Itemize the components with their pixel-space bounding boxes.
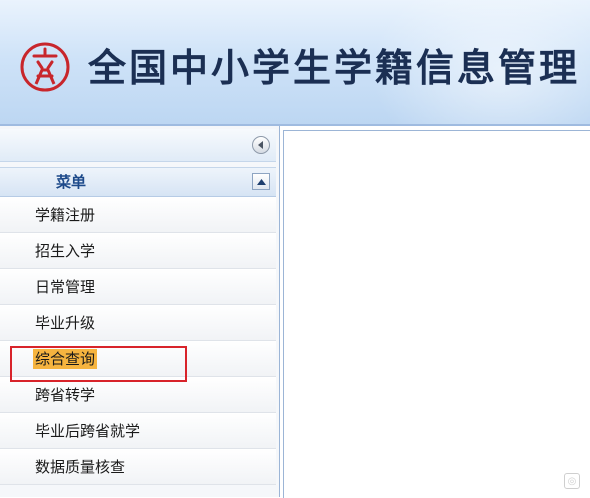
menu-item-label: 跨省转学 [35,386,96,404]
watermark-icon: ◎ [564,473,580,489]
app-title: 全国中小学生学籍信息管理 [88,45,581,90]
menu-panel-header[interactable]: 菜单 [0,167,276,197]
menu-item-label: 毕业后跨省就学 [35,422,141,440]
sidebar-collapse-bar [0,129,276,162]
menu-item-student-registration[interactable]: 学籍注册 [0,197,276,233]
menu-item-enrollment[interactable]: 招生入学 [0,233,276,269]
menu-list: 学籍注册 招生入学 日常管理 毕业升级 综合查询 跨省转学 毕业后跨省就学 数据… [0,197,276,485]
main-content-area [283,130,590,498]
watermark: ◎ [564,473,580,489]
menu-item-post-graduation-cross-province[interactable]: 毕业后跨省就学 [0,413,276,449]
circle-left-arrow-icon[interactable] [252,136,270,154]
menu-item-data-quality-check[interactable]: 数据质量核查 [0,449,276,485]
menu-item-label: 招生入学 [35,242,96,260]
triangle-left-icon [258,141,263,149]
menu-item-label: 数据质量核查 [35,458,126,476]
app-header: 全国中小学生学籍信息管理 [0,0,590,126]
menu-item-label: 毕业升级 [35,314,96,332]
menu-item-cross-province-transfer[interactable]: 跨省转学 [0,377,276,413]
menu-item-comprehensive-query[interactable]: 综合查询 [0,341,276,377]
menu-item-daily-management[interactable]: 日常管理 [0,269,276,305]
menu-item-graduation-promotion[interactable]: 毕业升级 [0,305,276,341]
menu-item-label: 学籍注册 [35,206,96,224]
menu-item-label: 日常管理 [35,278,96,296]
menu-item-label: 综合查询 [33,349,98,369]
chevron-up-icon[interactable] [252,173,270,190]
triangle-up-icon [256,178,266,185]
sidebar: 菜单 学籍注册 招生入学 日常管理 毕业升级 综合查询 跨省转学 毕业后跨省就学 [0,126,280,497]
menu-title: 菜单 [56,173,87,191]
school-seal-logo-icon [20,42,70,92]
